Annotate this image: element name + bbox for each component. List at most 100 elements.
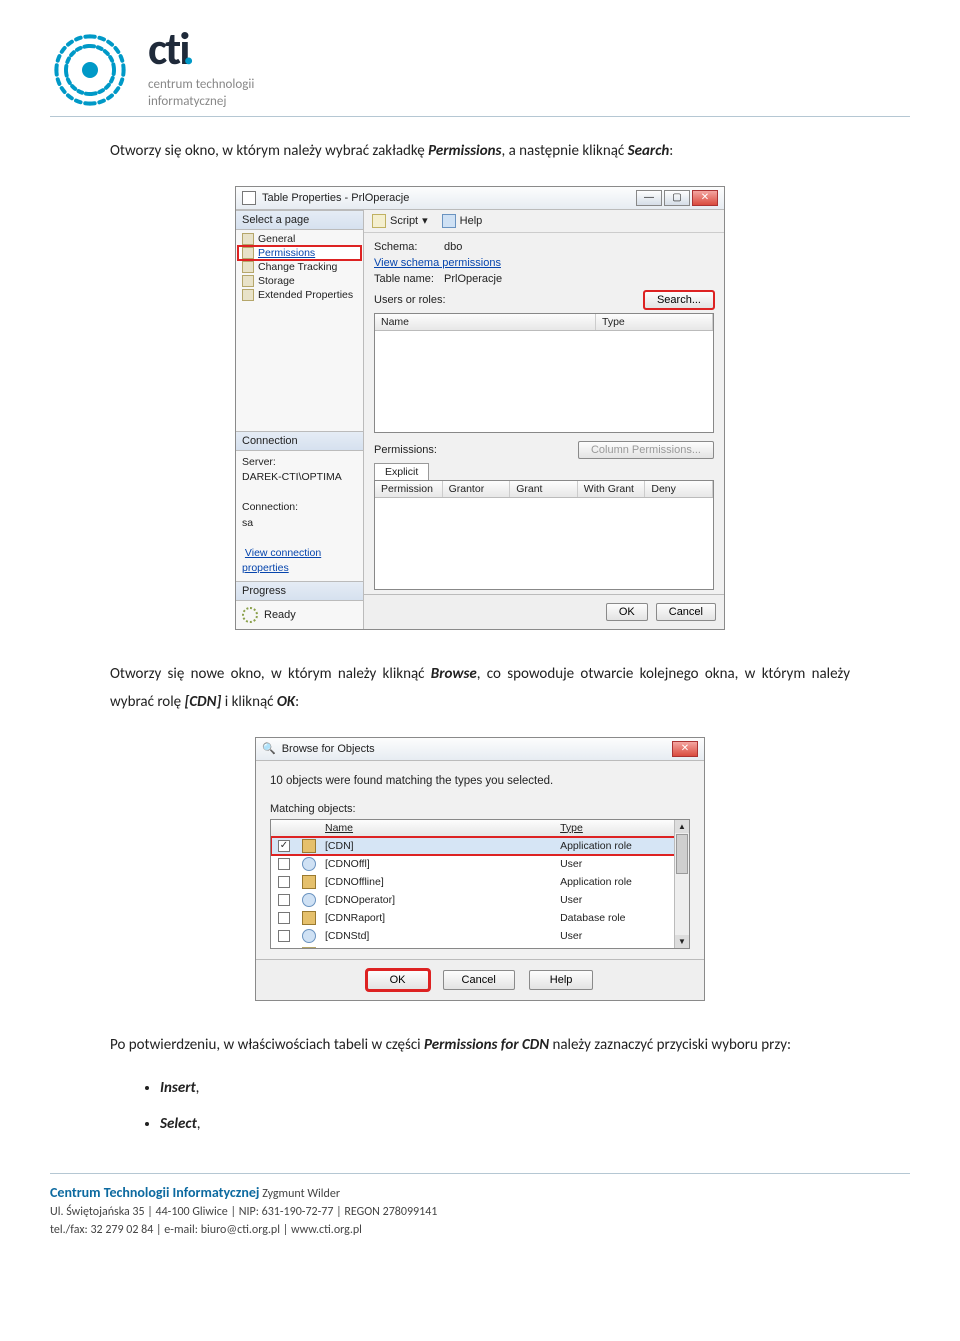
- table-row[interactable]: [CDNOffl]User: [271, 855, 689, 873]
- row-name: [CDNRaport]: [321, 912, 556, 924]
- perm-header-with-grant[interactable]: With Grant: [578, 481, 646, 497]
- paragraph-1: Otworzy się okno, w którym należy wybrać…: [110, 137, 850, 166]
- table-row[interactable]: [CDNStd]User: [271, 927, 689, 945]
- dialog-title: Table Properties - PrlOperacje: [262, 192, 630, 204]
- paragraph-2: Otworzy się nowe okno, w którym należy k…: [110, 660, 850, 717]
- sidebar-item-general[interactable]: General: [238, 232, 361, 246]
- sidebar-select-page-title: Select a page: [236, 210, 363, 230]
- dropdown-icon[interactable]: ▾: [422, 214, 428, 227]
- search-icon: 🔍: [262, 742, 276, 755]
- table-properties-dialog: Table Properties - PrlOperacje — ▢ ✕ Sel…: [235, 186, 725, 630]
- row-checkbox[interactable]: [278, 912, 290, 924]
- help-button[interactable]: Help: [460, 215, 483, 227]
- row-type: User: [556, 948, 689, 949]
- sidebar-item-extended-properties[interactable]: Extended Properties: [238, 288, 361, 302]
- sidebar-item-change-tracking[interactable]: Change Tracking: [238, 260, 361, 274]
- row-name: [CDNStdADO]: [321, 948, 556, 949]
- grid-scrollbar[interactable]: ▲ ▼: [674, 820, 689, 948]
- search-button[interactable]: Search...: [644, 291, 714, 309]
- row-checkbox[interactable]: [278, 948, 290, 949]
- script-icon: [372, 214, 386, 228]
- script-button[interactable]: Script: [390, 215, 418, 227]
- cancel-button[interactable]: Cancel: [443, 970, 515, 990]
- permissions-grid[interactable]: Permission Grantor Grant With Grant Deny: [374, 480, 714, 590]
- row-checkbox[interactable]: [278, 930, 290, 942]
- perm-header-grantor[interactable]: Grantor: [443, 481, 511, 497]
- help-button[interactable]: Help: [529, 970, 594, 990]
- user-icon: [302, 893, 316, 907]
- row-type: User: [556, 858, 689, 870]
- row-type: User: [556, 930, 689, 942]
- tab-explicit[interactable]: Explicit: [374, 463, 429, 480]
- ok-button[interactable]: OK: [606, 603, 648, 621]
- match-count-message: 10 objects were found matching the types…: [270, 775, 690, 787]
- window-icon: [242, 191, 256, 205]
- table-row[interactable]: [CDNStdADO]User: [271, 945, 689, 949]
- scroll-thumb[interactable]: [676, 834, 688, 874]
- row-type: User: [556, 894, 689, 906]
- bullet-list: Insert, Select,: [160, 1079, 910, 1133]
- column-permissions-button[interactable]: Column Permissions...: [578, 441, 714, 459]
- grid-header-name[interactable]: Name: [375, 314, 596, 330]
- users-roles-label: Users or roles:: [374, 294, 446, 306]
- row-checkbox[interactable]: [278, 894, 290, 906]
- application-role-icon: [302, 911, 316, 925]
- users-roles-grid[interactable]: Name Type: [374, 313, 714, 433]
- scroll-up-icon[interactable]: ▲: [675, 820, 689, 833]
- dialog-content: Script ▾ Help Schema: dbo View schema pe…: [364, 210, 724, 629]
- sidebar-item-permissions[interactable]: Permissions: [238, 246, 361, 260]
- help-icon: [442, 214, 456, 228]
- perm-header-grant[interactable]: Grant: [510, 481, 578, 497]
- row-name: [CDNOperator]: [321, 894, 556, 906]
- row-name: [CDNOffline]: [321, 876, 556, 888]
- table-row[interactable]: [CDNOffline]Application role: [271, 873, 689, 891]
- sidebar-item-storage[interactable]: Storage: [238, 274, 361, 288]
- row-checkbox[interactable]: [278, 876, 290, 888]
- close-button[interactable]: ✕: [692, 190, 718, 206]
- minimize-button[interactable]: —: [636, 190, 662, 206]
- table-row[interactable]: [CDNRaport]Database role: [271, 909, 689, 927]
- page-icon: [242, 289, 254, 301]
- objects-grid[interactable]: Name Type ✓[CDN]Application role[CDNOffl…: [270, 819, 690, 949]
- cancel-button[interactable]: Cancel: [656, 603, 716, 621]
- perm-header-permission[interactable]: Permission: [375, 481, 443, 497]
- table-row[interactable]: ✓[CDN]Application role: [271, 837, 689, 855]
- sidebar-connection-title: Connection: [236, 431, 363, 451]
- schema-value: dbo: [444, 241, 462, 253]
- brand-subtitle: centrum technologii informatycznej: [148, 77, 254, 110]
- table-name-label: Table name:: [374, 273, 444, 285]
- scroll-down-icon[interactable]: ▼: [675, 935, 689, 948]
- perm-header-deny[interactable]: Deny: [645, 481, 713, 497]
- view-connection-properties-link[interactable]: View connection properties: [242, 547, 321, 574]
- paragraph-3: Po potwierdzeniu, w właściwościach tabel…: [110, 1031, 850, 1060]
- grid-header-name[interactable]: Name: [321, 820, 556, 836]
- permissions-label: Permissions:: [374, 444, 437, 456]
- maximize-button[interactable]: ▢: [664, 190, 690, 206]
- row-name: [CDNStd]: [321, 930, 556, 942]
- view-schema-permissions-link[interactable]: View schema permissions: [374, 257, 501, 269]
- footer-contact: tel./fax: 32 279 02 84 | e-mail: biuro@c…: [50, 1221, 910, 1239]
- list-item: Insert,: [160, 1079, 910, 1097]
- ok-button[interactable]: OK: [367, 970, 429, 990]
- logo-swirl-icon: [50, 30, 130, 110]
- page-icon: [242, 261, 254, 273]
- row-type: Application role: [556, 876, 689, 888]
- close-button[interactable]: ✕: [672, 741, 698, 757]
- dialog-titlebar[interactable]: 🔍 Browse for Objects ✕: [256, 738, 704, 761]
- table-row[interactable]: [CDNOperator]User: [271, 891, 689, 909]
- dialog-titlebar[interactable]: Table Properties - PrlOperacje — ▢ ✕: [236, 187, 724, 210]
- row-checkbox[interactable]: [278, 858, 290, 870]
- page-icon: [242, 247, 254, 259]
- page-header: cti. centrum technologii informatycznej: [50, 30, 910, 117]
- dialog-footer: OK Cancel: [364, 594, 724, 629]
- grid-header-type[interactable]: Type: [556, 820, 689, 836]
- table-name-value: PrlOperacje: [444, 273, 502, 285]
- user-icon: [302, 857, 316, 871]
- list-item: Select,: [160, 1115, 910, 1133]
- dialog-title: Browse for Objects: [282, 743, 666, 755]
- application-role-icon: [302, 839, 316, 853]
- grid-header-type[interactable]: Type: [596, 314, 713, 330]
- page-footer: Centrum Technologii Informatycznej Zygmu…: [50, 1173, 910, 1239]
- row-checkbox[interactable]: ✓: [278, 840, 290, 852]
- row-type: Database role: [556, 912, 689, 924]
